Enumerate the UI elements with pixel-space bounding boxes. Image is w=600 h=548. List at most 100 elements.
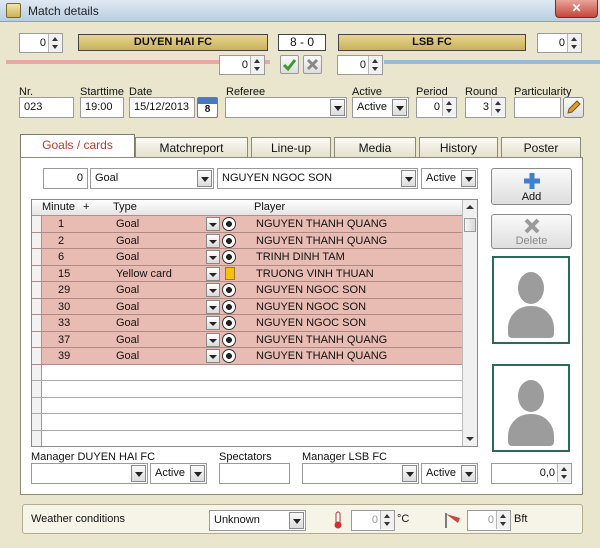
home-spin[interactable]: 0	[19, 33, 63, 53]
row-header[interactable]	[32, 298, 42, 314]
chevron-down-icon[interactable]	[330, 99, 345, 116]
close-button[interactable]: ✕	[555, 0, 598, 18]
home-manager-status-select[interactable]: Active	[150, 463, 207, 484]
temperature-unit: °C	[397, 513, 410, 525]
table-row[interactable]: 2 Goal NGUYEN THANH QUANG	[32, 232, 477, 249]
tab-matchreport[interactable]: Matchreport	[135, 137, 248, 158]
active-select[interactable]: Active	[352, 97, 409, 118]
chevron-down-icon[interactable]	[206, 332, 220, 347]
ball-icon	[222, 250, 236, 264]
table-row[interactable]: 33 Goal NGUYEN NGOC SON	[32, 315, 477, 332]
tab-poster[interactable]: Poster	[501, 137, 581, 158]
chevron-down-icon[interactable]	[206, 283, 220, 297]
tab-line-up[interactable]: Line-up	[251, 137, 331, 158]
ball-icon	[222, 332, 236, 347]
chevron-down-icon[interactable]	[206, 299, 220, 314]
table-row[interactable]: 6 Goal TRINH DINH TAM	[32, 249, 477, 266]
row-player: NGUYEN THANH QUANG	[256, 218, 388, 230]
row-header[interactable]	[32, 331, 42, 347]
referee-select[interactable]	[225, 97, 347, 118]
entry-status-select[interactable]: Active	[421, 168, 478, 189]
home-halftime-spin[interactable]: 0	[219, 55, 265, 75]
chevron-down-icon[interactable]	[206, 250, 220, 264]
entry-player-select[interactable]: NGUYEN NGOC SON	[217, 168, 418, 189]
empty-row[interactable]	[32, 364, 477, 381]
delete-button[interactable]: Delete	[491, 214, 572, 249]
empty-row[interactable]	[32, 414, 477, 431]
away-spin[interactable]: 0	[537, 33, 582, 53]
row-header[interactable]	[32, 249, 42, 265]
row-header[interactable]	[32, 348, 42, 364]
table-row[interactable]: 39 Goal NGUYEN THANH QUANG	[32, 348, 477, 365]
empty-row[interactable]	[32, 381, 477, 398]
round-spin[interactable]: 3	[465, 97, 506, 118]
chevron-down-icon[interactable]	[401, 170, 416, 187]
table-row[interactable]: 37 Goal NGUYEN THANH QUANG	[32, 331, 477, 348]
row-header[interactable]	[32, 216, 42, 232]
edit-particularity-button[interactable]	[563, 97, 584, 118]
row-header[interactable]	[32, 282, 42, 298]
entry-type-select[interactable]: Goal	[90, 168, 214, 189]
delete-icon	[524, 218, 540, 234]
chevron-down-icon[interactable]	[461, 465, 476, 482]
table-row[interactable]: 15 Yellow card TRUONG VINH THUAN	[32, 265, 477, 282]
empty-row[interactable]	[32, 430, 477, 446]
row-player: NGUYEN NGOC SON	[256, 300, 367, 313]
home-team-name: DUYEN HAI FC	[78, 34, 268, 51]
chevron-down-icon[interactable]	[206, 316, 220, 330]
row-header[interactable]	[32, 397, 42, 413]
table-row[interactable]: 29 Goal NGUYEN NGOC SON	[32, 282, 477, 299]
row-minute: 30	[58, 300, 71, 313]
reset-button[interactable]	[303, 55, 322, 74]
period-spin[interactable]: 0	[416, 97, 457, 118]
yellow-card-icon	[225, 266, 235, 280]
chevron-down-icon[interactable]	[197, 170, 212, 187]
row-header[interactable]	[32, 414, 42, 430]
grid-scrollbar[interactable]	[462, 200, 477, 446]
chevron-down-icon[interactable]	[206, 233, 220, 248]
table-row[interactable]: 1 Goal NGUYEN THANH QUANG	[32, 216, 477, 233]
chevron-down-icon[interactable]	[461, 170, 476, 187]
chevron-down-icon[interactable]	[206, 266, 220, 281]
chevron-down-icon[interactable]	[206, 217, 220, 231]
row-header[interactable]	[32, 232, 42, 248]
row-header[interactable]	[32, 315, 42, 331]
starttime-field[interactable]: 19:00	[80, 97, 124, 118]
row-type: Goal	[116, 284, 140, 296]
spectators-field[interactable]	[219, 463, 290, 484]
row-header[interactable]	[32, 265, 42, 281]
calendar-button[interactable]: 8	[197, 97, 218, 118]
chevron-down-icon[interactable]	[131, 465, 146, 482]
away-halftime-spin[interactable]: 0	[337, 55, 383, 75]
chevron-down-icon[interactable]	[206, 349, 220, 363]
confirm-button[interactable]	[280, 55, 299, 74]
rating-spin[interactable]: 0,0	[491, 463, 572, 484]
entry-minute-field[interactable]: 0	[43, 168, 88, 189]
add-button[interactable]: Add	[491, 168, 572, 205]
home-manager-select[interactable]	[31, 463, 148, 484]
tab-goals-cards[interactable]: Goals / cards	[20, 134, 135, 158]
row-header[interactable]	[32, 430, 42, 446]
tab-history[interactable]: History	[419, 137, 498, 158]
wind-spin[interactable]: 0	[467, 510, 511, 531]
wind-unit: Bft	[514, 513, 528, 525]
ball-icon	[222, 316, 236, 330]
table-row[interactable]: 30 Goal NGUYEN NGOC SON	[32, 298, 477, 315]
person-icon	[508, 376, 554, 446]
temperature-spin[interactable]: 0	[351, 510, 395, 531]
chevron-down-icon[interactable]	[190, 465, 205, 482]
away-manager-select[interactable]	[302, 463, 419, 484]
row-header[interactable]	[32, 364, 42, 380]
chevron-down-icon[interactable]	[402, 465, 417, 482]
date-field[interactable]: 15/12/2013	[129, 97, 195, 118]
weather-condition-select[interactable]: Unknown	[209, 510, 306, 531]
particularity-field[interactable]	[514, 97, 561, 118]
row-player: NGUYEN THANH QUANG	[256, 350, 388, 362]
tab-media[interactable]: Media	[334, 137, 416, 158]
away-manager-status-select[interactable]: Active	[421, 463, 478, 484]
empty-row[interactable]	[32, 397, 477, 414]
chevron-down-icon[interactable]	[392, 99, 407, 116]
chevron-down-icon[interactable]	[289, 512, 304, 529]
nr-field[interactable]: 023	[19, 97, 74, 118]
row-header[interactable]	[32, 381, 42, 397]
